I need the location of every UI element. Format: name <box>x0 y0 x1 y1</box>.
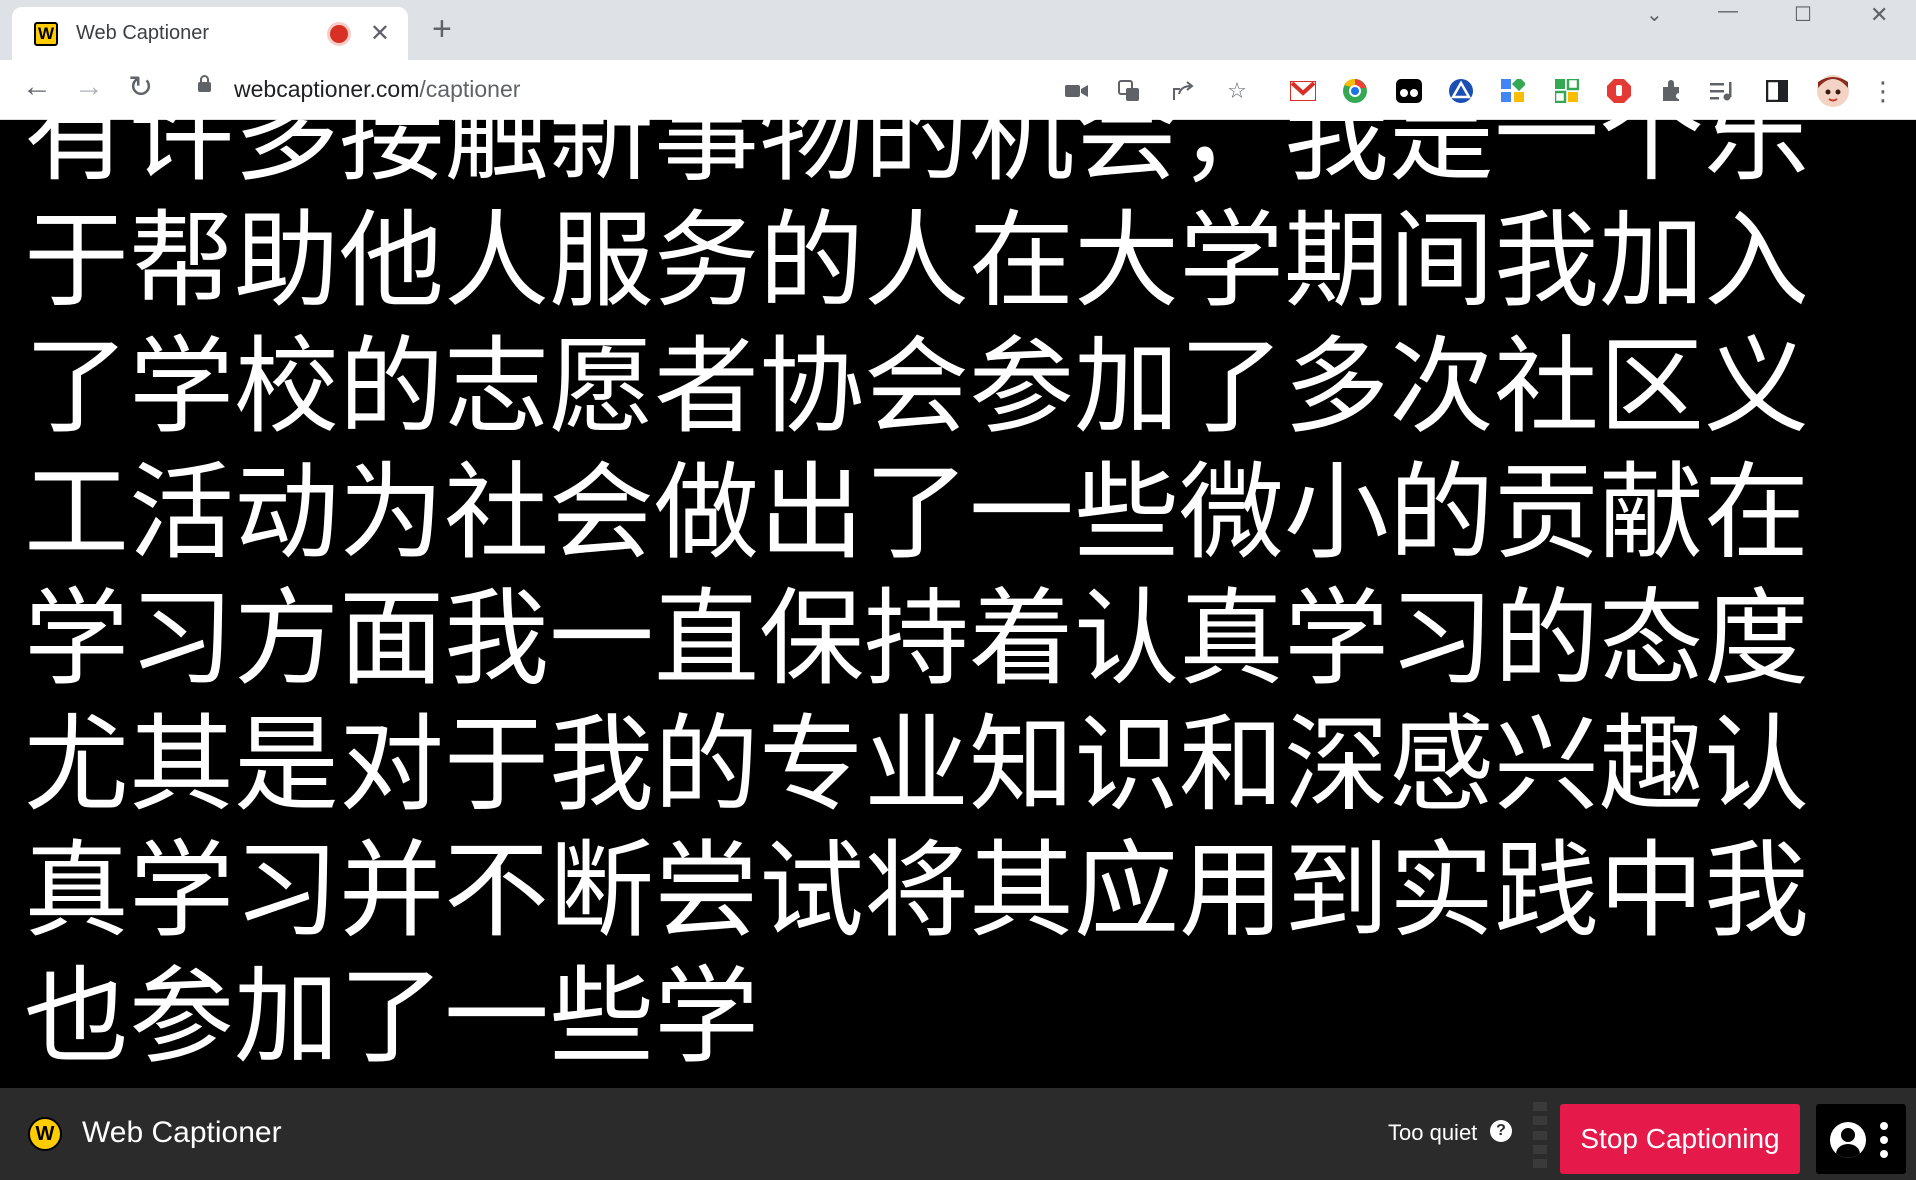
tab-search-icon[interactable]: ⌄ <box>1646 2 1663 27</box>
media-icon[interactable] <box>1710 78 1736 104</box>
back-icon[interactable]: ← <box>22 70 52 104</box>
volume-status: Too quiet <box>1388 1120 1478 1145</box>
stop-ext-icon[interactable] <box>1606 78 1632 104</box>
tab-strip: W Web Captioner ✕ + ⌄ — ☐ ✕ <box>0 0 1916 60</box>
star-icon[interactable]: ☆ <box>1224 78 1250 104</box>
url-host: webcaptioner.com <box>234 76 420 102</box>
account-menu-button[interactable] <box>1816 1104 1906 1174</box>
stop-captioning-button[interactable]: Stop Captioning <box>1560 1104 1800 1174</box>
recording-indicator-icon <box>329 24 348 43</box>
web-captioner-favicon-icon: W <box>34 21 58 46</box>
help-icon[interactable]: ? <box>1490 1120 1512 1142</box>
sidepanel-icon[interactable] <box>1764 78 1790 104</box>
address-bar[interactable]: webcaptioner.com/captioner <box>234 76 520 103</box>
profile-avatar[interactable] <box>1816 74 1850 108</box>
meter-bar <box>1533 1159 1547 1168</box>
camera-icon[interactable] <box>1064 78 1090 104</box>
new-tab-button[interactable]: + <box>432 10 452 49</box>
share-icon[interactable] <box>1170 78 1196 104</box>
apps-ext-icon[interactable] <box>1554 78 1580 104</box>
tab-title: Web Captioner <box>76 22 210 44</box>
more-options-icon <box>1880 1122 1888 1158</box>
maximize-icon[interactable]: ☐ <box>1794 2 1812 27</box>
caption-text: 有许多接触新事物的机会，我是一个乐于帮助他人服务的人在大学期间我加入了学校的志愿… <box>24 110 1810 1078</box>
url-path: /captioner <box>419 76 521 102</box>
translate-icon[interactable] <box>1116 78 1142 104</box>
browser-tab[interactable]: W Web Captioner ✕ <box>12 7 408 60</box>
close-window-icon[interactable]: ✕ <box>1870 2 1888 28</box>
triangle-ext-icon[interactable] <box>1448 78 1474 104</box>
volume-meter <box>1533 1102 1547 1168</box>
brand-name: Web Captioner <box>82 1116 282 1149</box>
meter-bar <box>1533 1130 1547 1140</box>
grid-ext-icon[interactable] <box>1500 78 1526 104</box>
reload-icon[interactable]: ↻ <box>128 70 153 105</box>
account-icon <box>1830 1122 1866 1158</box>
minimize-icon[interactable]: — <box>1718 0 1738 23</box>
caption-display: 有许多接触新事物的机会，我是一个乐于帮助他人服务的人在大学期间我加入了学校的志愿… <box>24 110 1884 1080</box>
gmail-icon[interactable] <box>1290 78 1316 104</box>
forward-icon[interactable]: → <box>74 70 104 104</box>
close-tab-icon[interactable]: ✕ <box>370 19 390 48</box>
lock-icon <box>198 75 211 92</box>
meter-bar <box>1533 1102 1547 1111</box>
incognito-icon[interactable] <box>1396 78 1422 104</box>
chrome-icon[interactable] <box>1342 78 1368 104</box>
meter-bar <box>1533 1116 1547 1126</box>
meter-bar <box>1533 1144 1547 1154</box>
extensions-icon[interactable] <box>1658 78 1684 104</box>
web-captioner-logo-icon: W <box>28 1117 62 1151</box>
captioner-bottom-bar: W Web Captioner Too quiet ? Stop Caption… <box>0 1088 1916 1180</box>
menu-icon[interactable]: ⋮ <box>1870 76 1896 106</box>
